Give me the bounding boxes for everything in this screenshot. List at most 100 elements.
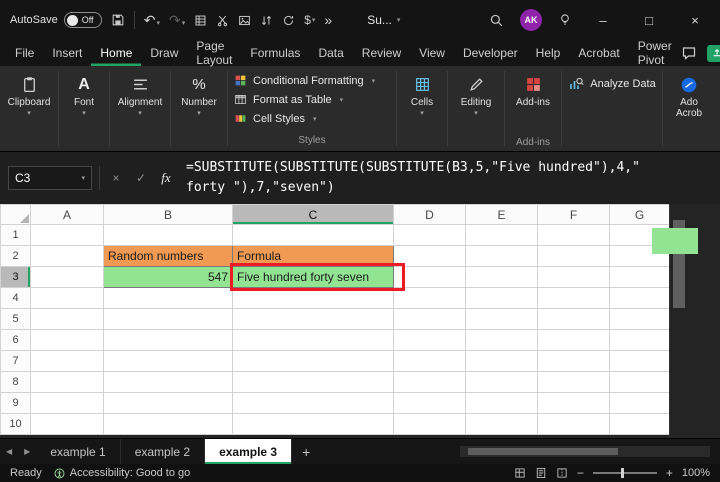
cell-G7[interactable] (610, 351, 670, 372)
cell-E10[interactable] (466, 414, 538, 435)
cell-B5[interactable] (104, 309, 233, 330)
sort-icon[interactable] (260, 14, 273, 27)
ribbon-tab-view[interactable]: View (410, 40, 454, 66)
formula-input[interactable]: =SUBSTITUTE(SUBSTITUTE(SUBSTITUTE(B3,5,"… (186, 158, 644, 198)
cell-A6[interactable] (31, 330, 104, 351)
ribbon-group-editing[interactable]: Editing ▾ (448, 66, 504, 151)
cell-F4[interactable] (538, 288, 610, 309)
cell-D5[interactable] (394, 309, 466, 330)
normal-view-icon[interactable] (514, 467, 526, 479)
row-header-8[interactable]: 8 (1, 372, 31, 393)
cell-C8[interactable] (233, 372, 394, 393)
zoom-level[interactable]: 100% (682, 467, 710, 479)
cell-E3[interactable] (466, 267, 538, 288)
redo-button[interactable]: ↷▾ (169, 13, 185, 27)
search-icon[interactable] (489, 13, 504, 28)
lightbulb-icon[interactable] (558, 13, 572, 27)
cell-C9[interactable] (233, 393, 394, 414)
minimize-button[interactable]: – (588, 13, 618, 28)
column-header-C[interactable]: C (233, 205, 394, 225)
workbook-title[interactable]: Su... ▾ (367, 13, 400, 27)
cell-B9[interactable] (104, 393, 233, 414)
cell-F8[interactable] (538, 372, 610, 393)
cell-B1[interactable] (104, 225, 233, 246)
cell-A5[interactable] (31, 309, 104, 330)
cell-E8[interactable] (466, 372, 538, 393)
cell-A4[interactable] (31, 288, 104, 309)
row-header-6[interactable]: 6 (1, 330, 31, 351)
cell-A8[interactable] (31, 372, 104, 393)
ribbon-tab-help[interactable]: Help (527, 40, 570, 66)
cell-F3[interactable] (538, 267, 610, 288)
row-header-5[interactable]: 5 (1, 309, 31, 330)
ribbon-group-alignment[interactable]: Alignment ▾ (110, 66, 170, 151)
cell-A9[interactable] (31, 393, 104, 414)
cancel-button[interactable]: × (107, 171, 125, 185)
cell-F9[interactable] (538, 393, 610, 414)
more-commands-button[interactable]: » (324, 13, 332, 27)
sheet-tab-example-1[interactable]: example 1 (36, 439, 120, 464)
cell-F1[interactable] (538, 225, 610, 246)
cell-B2[interactable]: Random numbers (104, 246, 233, 267)
cell-C6[interactable] (233, 330, 394, 351)
cell-A2[interactable] (31, 246, 104, 267)
ribbon-tab-review[interactable]: Review (353, 40, 410, 66)
ribbon-tab-insert[interactable]: Insert (43, 40, 91, 66)
zoom-out-button[interactable]: − (577, 466, 584, 480)
cell-E9[interactable] (466, 393, 538, 414)
cell-G10[interactable] (610, 414, 670, 435)
cell-F6[interactable] (538, 330, 610, 351)
cell-B7[interactable] (104, 351, 233, 372)
save-icon[interactable] (111, 13, 125, 27)
autosave-control[interactable]: AutoSave Off (10, 12, 102, 28)
cell-F2[interactable] (538, 246, 610, 267)
currency-icon[interactable]: $▾ (304, 13, 315, 27)
ribbon-tab-formulas[interactable]: Formulas (241, 40, 309, 66)
format-as-table-button[interactable]: Format as Table ▾ (234, 90, 390, 109)
zoom-in-button[interactable]: + (666, 466, 673, 480)
ribbon-tab-data[interactable]: Data (309, 40, 352, 66)
cell-D9[interactable] (394, 393, 466, 414)
ribbon-group-addins[interactable]: Add-ins Add-ins (505, 66, 561, 151)
cell-B8[interactable] (104, 372, 233, 393)
row-header-10[interactable]: 10 (1, 414, 31, 435)
row-header-4[interactable]: 4 (1, 288, 31, 309)
enter-button[interactable]: ✓ (132, 171, 150, 185)
cell-D2[interactable] (394, 246, 466, 267)
zoom-slider-thumb[interactable] (621, 468, 624, 478)
refresh-icon[interactable] (282, 14, 295, 27)
cell-C10[interactable] (233, 414, 394, 435)
ribbon-tab-page-layout[interactable]: Page Layout (187, 40, 241, 66)
cell-B3[interactable]: 547 (104, 267, 233, 288)
column-header-D[interactable]: D (394, 205, 466, 225)
name-box[interactable]: C3 ▾ (8, 166, 92, 190)
cell-A1[interactable] (31, 225, 104, 246)
column-header-B[interactable]: B (104, 205, 233, 225)
cell-B6[interactable] (104, 330, 233, 351)
cell-G9[interactable] (610, 393, 670, 414)
cell-G4[interactable] (610, 288, 670, 309)
ribbon-tab-developer[interactable]: Developer (454, 40, 527, 66)
sheet-tab-example-3[interactable]: example 3 (205, 439, 292, 464)
row-header-3[interactable]: 3 (1, 267, 31, 288)
picture-icon[interactable] (238, 14, 251, 27)
ribbon-group-clipboard[interactable]: Clipboard ▾ (0, 66, 58, 151)
avatar[interactable]: AK (520, 9, 542, 31)
cell-E4[interactable] (466, 288, 538, 309)
cell-A3[interactable] (31, 267, 104, 288)
cell-D6[interactable] (394, 330, 466, 351)
cell-A10[interactable] (31, 414, 104, 435)
cell-styles-button[interactable]: Cell Styles ▾ (234, 109, 390, 128)
cell-G5[interactable] (610, 309, 670, 330)
cell-G3[interactable] (610, 267, 670, 288)
undo-button[interactable]: ↶▾ (144, 13, 160, 27)
cell-D3[interactable] (394, 267, 466, 288)
autosave-toggle[interactable]: Off (64, 12, 102, 28)
zoom-slider[interactable] (593, 472, 657, 474)
add-sheet-button[interactable]: + (292, 439, 320, 464)
column-header-G[interactable]: G (610, 205, 670, 225)
horizontal-scrollbar-thumb[interactable] (468, 448, 618, 455)
cell-A7[interactable] (31, 351, 104, 372)
cell-F5[interactable] (538, 309, 610, 330)
column-header-A[interactable]: A (31, 205, 104, 225)
